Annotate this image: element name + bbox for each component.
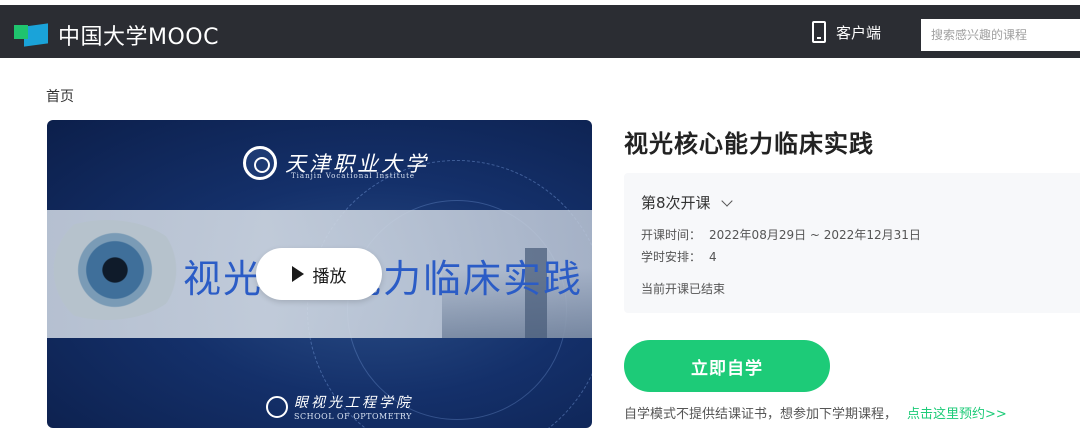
open-time-row: 开课时间： 2022年08月29日 ~ 2022年12月31日 — [641, 226, 921, 243]
term-status: 当前开课已结束 — [641, 282, 726, 296]
self-study-notice: 自学模式不提供结课证书，想参加下学期课程， 点击这里预约>> — [624, 403, 1007, 422]
course-title: 视光核心能力临床实践 — [624, 130, 874, 158]
hours-value: 4 — [709, 250, 717, 264]
open-time-value: 2022年08月29日 ~ 2022年12月31日 — [709, 228, 921, 242]
self-study-button[interactable]: 立即自学 — [624, 340, 830, 392]
chevron-down-icon — [720, 194, 733, 207]
school-footer: 眼视光工程学院 SCHOOL OF OPTOMETRY — [266, 392, 413, 421]
school-english-name: SCHOOL OF OPTOMETRY — [294, 412, 412, 421]
client-label: 客户端 — [836, 23, 882, 42]
play-label: 播放 — [312, 266, 347, 287]
mobile-phone-icon — [812, 21, 826, 43]
logo-text: 中国大学MOOC — [58, 25, 219, 50]
play-icon — [291, 266, 304, 282]
term-info-panel: 第8次开课 开课时间： 2022年08月29日 ~ 2022年12月31日 学时安… — [624, 173, 1080, 313]
poster-title: 视光核心能力临床实践 — [183, 257, 584, 301]
breadcrumb-home[interactable]: 首页 — [46, 86, 74, 106]
site-logo[interactable]: 中国大学MOOC — [14, 19, 219, 51]
hours-label: 学时安排： — [641, 250, 702, 264]
university-seal-icon — [243, 146, 277, 180]
open-time-label: 开课时间： — [641, 228, 702, 242]
hours-row: 学时安排： 4 — [641, 248, 717, 265]
university-english-name: Tianjin Vocational Institute — [291, 172, 416, 180]
top-nav-bar: 中国大学MOOC 客户端 — [0, 0, 1080, 58]
school-seal-icon — [266, 395, 288, 418]
play-button[interactable]: 播放 — [256, 248, 382, 300]
search-input[interactable] — [921, 19, 1080, 51]
term-selector[interactable]: 第8次开课 — [641, 192, 733, 213]
client-download-link[interactable]: 客户端 — [812, 21, 881, 43]
logo-mark-icon — [14, 23, 52, 47]
term-label: 第8次开课 — [641, 194, 711, 212]
reserve-link[interactable]: 点击这里预约>> — [907, 407, 1007, 422]
school-name: 眼视光工程学院 — [294, 395, 413, 411]
notice-text: 自学模式不提供结课证书，想参加下学期课程， — [624, 407, 898, 422]
